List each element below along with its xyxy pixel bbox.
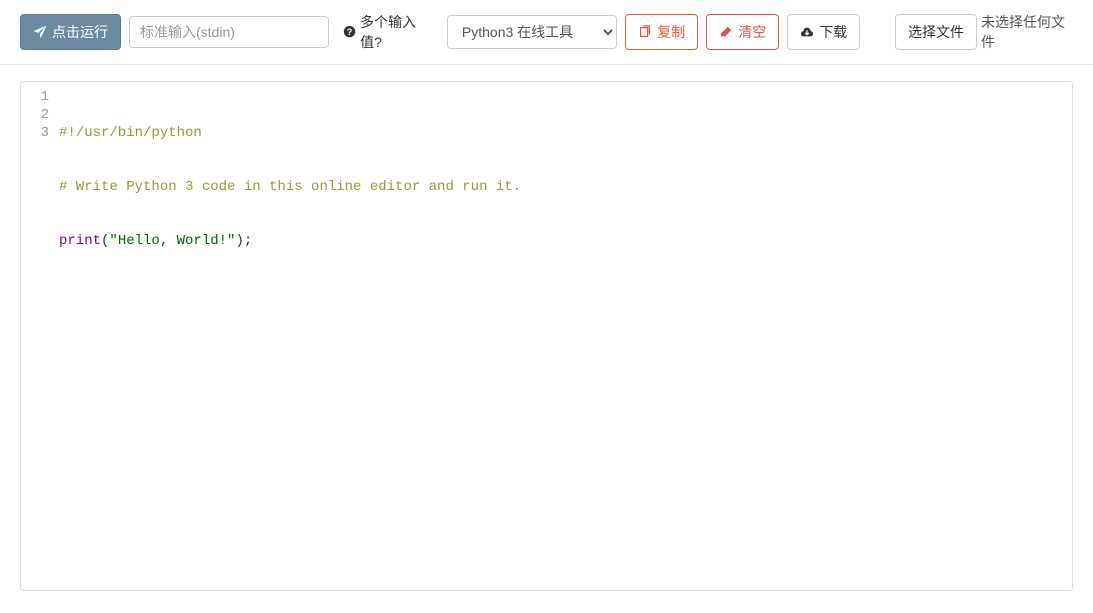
download-button[interactable]: 下载 (787, 14, 860, 50)
eraser-icon (719, 25, 733, 39)
code-semi: ; (244, 233, 252, 249)
code-line: #!/usr/bin/python (59, 124, 1068, 142)
stdin-input[interactable] (129, 16, 329, 48)
clear-label: 清空 (738, 22, 766, 42)
run-label: 点击运行 (52, 22, 108, 42)
code-comment: # Write Python 3 code in this online edi… (59, 179, 521, 195)
line-number: 1 (21, 88, 49, 106)
toolbar: 点击运行 ? 多个输入值? Python3 在线工具 复制 清空 下载 选择文件… (0, 0, 1093, 65)
svg-text:?: ? (347, 27, 353, 37)
code-line: print("Hello, World!"); (59, 232, 1068, 250)
multi-input-label: 多个输入值? (360, 12, 433, 52)
copy-button[interactable]: 复制 (625, 14, 698, 50)
line-number: 2 (21, 106, 49, 124)
copy-icon (638, 25, 652, 39)
choose-file-label: 选择文件 (908, 22, 964, 42)
run-button[interactable]: 点击运行 (20, 14, 121, 50)
line-number: 3 (21, 124, 49, 142)
code-keyword: print (59, 233, 101, 249)
code-line: # Write Python 3 code in this online edi… (59, 178, 1068, 196)
download-label: 下载 (819, 22, 847, 42)
paper-plane-icon (33, 25, 47, 39)
code-editor[interactable]: 1 2 3 #!/usr/bin/python # Write Python 3… (20, 81, 1073, 591)
code-string: "Hello, World!" (109, 233, 235, 249)
code-comment: #!/usr/bin/python (59, 125, 202, 141)
multi-input-help[interactable]: ? 多个输入值? (343, 12, 433, 52)
line-gutter: 1 2 3 (21, 82, 55, 590)
copy-label: 复制 (657, 22, 685, 42)
question-circle-icon: ? (343, 25, 356, 39)
clear-button[interactable]: 清空 (706, 14, 779, 50)
no-file-text: 未选择任何文件 (981, 12, 1073, 52)
code-paren: ) (235, 233, 243, 249)
language-select[interactable]: Python3 在线工具 (447, 15, 617, 49)
cloud-download-icon (800, 25, 814, 39)
code-area[interactable]: #!/usr/bin/python # Write Python 3 code … (55, 82, 1072, 590)
choose-file-button[interactable]: 选择文件 (895, 14, 977, 50)
